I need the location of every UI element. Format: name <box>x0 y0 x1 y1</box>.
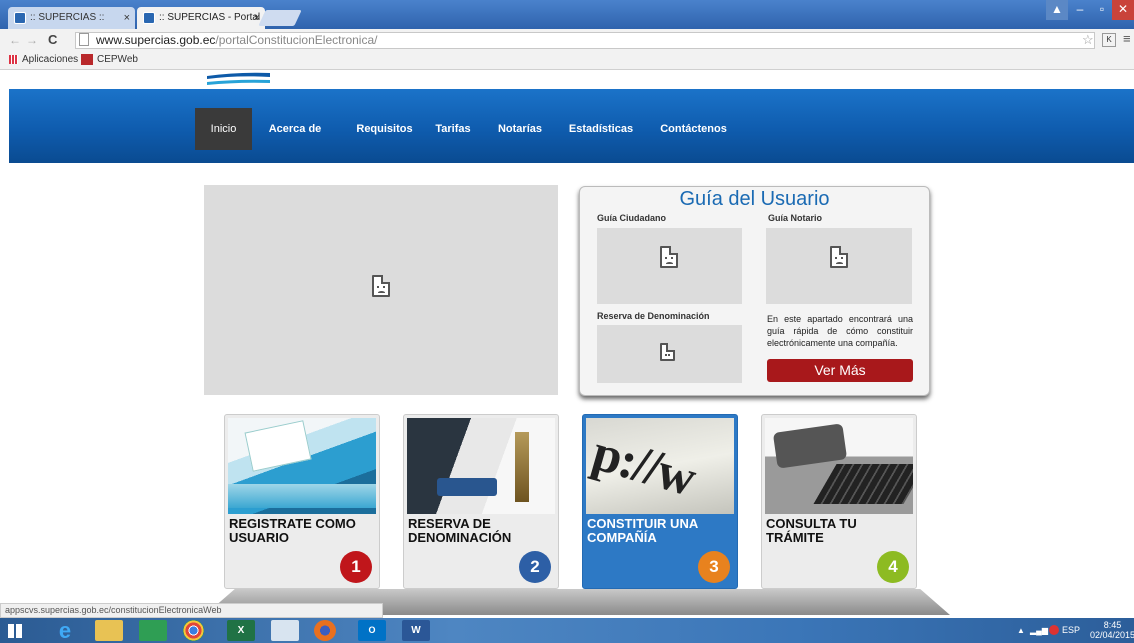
guide-notario-label: Guía Notario <box>768 213 823 223</box>
nav-requisitos[interactable]: Requisitos <box>348 108 421 150</box>
card-reserva[interactable]: RESERVA DE DENOMINACIÓN 2 <box>403 414 559 589</box>
close-button[interactable]: ✕ <box>1112 0 1134 20</box>
step-1-badge: 1 <box>340 551 372 583</box>
tab-close-icon[interactable]: × <box>124 7 130 29</box>
bookmarks-bar <box>0 51 1134 70</box>
maximize-button[interactable]: ▫ <box>1092 0 1112 20</box>
volume-icon[interactable] <box>1049 625 1059 635</box>
card-label: RESERVA DE DENOMINACIÓN <box>408 516 512 545</box>
guide-description: En este apartado encontrará una guía ráp… <box>767 314 913 348</box>
file-explorer-icon[interactable] <box>95 620 123 641</box>
menu-icon[interactable]: ≡ <box>1123 31 1131 46</box>
windows-start-icon[interactable] <box>8 624 22 638</box>
guide-reserva-video[interactable] <box>597 325 742 383</box>
cepweb-icon <box>81 54 93 65</box>
card-consulta[interactable]: CONSULTA TU TRÁMITE 4 <box>761 414 917 589</box>
tab-label: :: SUPERCIAS - Portal Con: <box>159 12 265 23</box>
tab-label: :: SUPERCIAS :: <box>30 12 105 23</box>
clock-time: 8:45 <box>1103 620 1122 630</box>
clock[interactable]: 8:45 02/04/2015 <box>1090 620 1134 640</box>
card-image-justice <box>407 418 555 514</box>
nav-contactenos[interactable]: Contáctenos <box>655 108 732 150</box>
nav-notarias[interactable]: Notarías <box>491 108 549 150</box>
card-label: CONSTITUIR UNA COMPAÑÍA <box>587 516 698 545</box>
reload-icon[interactable]: C <box>48 32 57 47</box>
new-tab-button[interactable] <box>258 10 302 26</box>
favicon-icon <box>143 12 155 24</box>
store-icon[interactable] <box>139 620 167 641</box>
signal-icon[interactable]: ▂▄▆ <box>1030 626 1048 635</box>
internet-explorer-icon[interactable]: e <box>51 620 79 642</box>
extension-icon[interactable]: K <box>1102 33 1116 47</box>
bookmark-cepweb[interactable]: CEPWeb <box>97 54 138 65</box>
word-icon[interactable]: W <box>402 620 430 641</box>
guide-ciudadano-video[interactable] <box>597 228 742 304</box>
card-constituir[interactable]: p://w CONSTITUIR UNA COMPAÑÍA 3 <box>582 414 738 589</box>
tab-portal[interactable]: :: SUPERCIAS - Portal Con: × <box>137 7 265 29</box>
step-2-badge: 2 <box>519 551 551 583</box>
broken-image-icon <box>372 275 390 297</box>
guide-reserva-label: Reserva de Denominación <box>597 311 710 321</box>
card-image-keyboard <box>765 418 913 514</box>
nav-inicio[interactable]: Inicio <box>195 108 252 150</box>
notepad-icon[interactable] <box>271 620 299 641</box>
step-3-badge: 3 <box>698 551 730 583</box>
hero-image <box>204 185 558 395</box>
windows-taskbar <box>0 618 1134 643</box>
address-bar[interactable]: www.supercias.gob.ec/portalConstitucionE… <box>75 32 1095 49</box>
chrome-icon[interactable] <box>183 620 204 641</box>
apps-icon <box>9 55 18 64</box>
nav-acerca[interactable]: Acerca de <box>262 108 328 150</box>
logo-wave-icon <box>207 72 270 85</box>
tab-supercias[interactable]: :: SUPERCIAS :: × <box>8 7 135 29</box>
step-4-badge: 4 <box>877 551 909 583</box>
card-label: CONSULTA TU TRÁMITE <box>766 516 857 545</box>
language-indicator[interactable]: ESP <box>1062 625 1080 635</box>
bookmark-aplicaciones[interactable]: Aplicaciones <box>22 54 78 65</box>
tray-up-icon[interactable]: ▲ <box>1017 626 1025 635</box>
card-registrate[interactable]: REGISTRATE COMO USUARIO 1 <box>224 414 380 589</box>
url-path: /portalConstitucionElectronica/ <box>215 33 378 47</box>
firefox-icon[interactable] <box>314 620 336 641</box>
card-image-laptop <box>228 418 376 514</box>
forward-icon[interactable]: → <box>26 33 38 47</box>
url-host: www.supercias.gob.ec <box>96 33 216 47</box>
page-icon <box>79 33 89 46</box>
guide-notario-video[interactable] <box>766 228 912 304</box>
clock-date: 02/04/2015 <box>1090 630 1134 640</box>
broken-image-icon <box>660 246 678 268</box>
card-image-http: p://w <box>586 418 734 514</box>
status-bar: appscvs.supercias.gob.ec/constitucionEle… <box>0 603 383 618</box>
guide-title: Guía del Usuario <box>679 188 830 210</box>
screen: :: SUPERCIAS :: × :: SUPERCIAS - Portal … <box>0 0 1134 643</box>
favicon-icon <box>14 12 26 24</box>
http-glyph: p://w <box>586 423 701 508</box>
guide-ciudadano-label: Guía Ciudadano <box>597 213 667 223</box>
broken-image-icon <box>830 246 848 268</box>
minimize-button[interactable]: – <box>1068 0 1092 20</box>
user-icon[interactable]: ▲ <box>1046 0 1068 20</box>
broken-image-icon <box>660 343 675 361</box>
star-icon[interactable]: ☆ <box>1082 32 1094 48</box>
ver-mas-button[interactable]: Ver Más <box>767 359 913 382</box>
card-label: REGISTRATE COMO USUARIO <box>229 516 356 545</box>
nav-tarifas[interactable]: Tarifas <box>428 108 478 150</box>
nav-estadisticas[interactable]: Estadísticas <box>562 108 640 150</box>
excel-icon[interactable]: X <box>227 620 255 641</box>
outlook-icon[interactable]: O <box>358 620 386 641</box>
back-icon[interactable]: ← <box>9 33 21 47</box>
